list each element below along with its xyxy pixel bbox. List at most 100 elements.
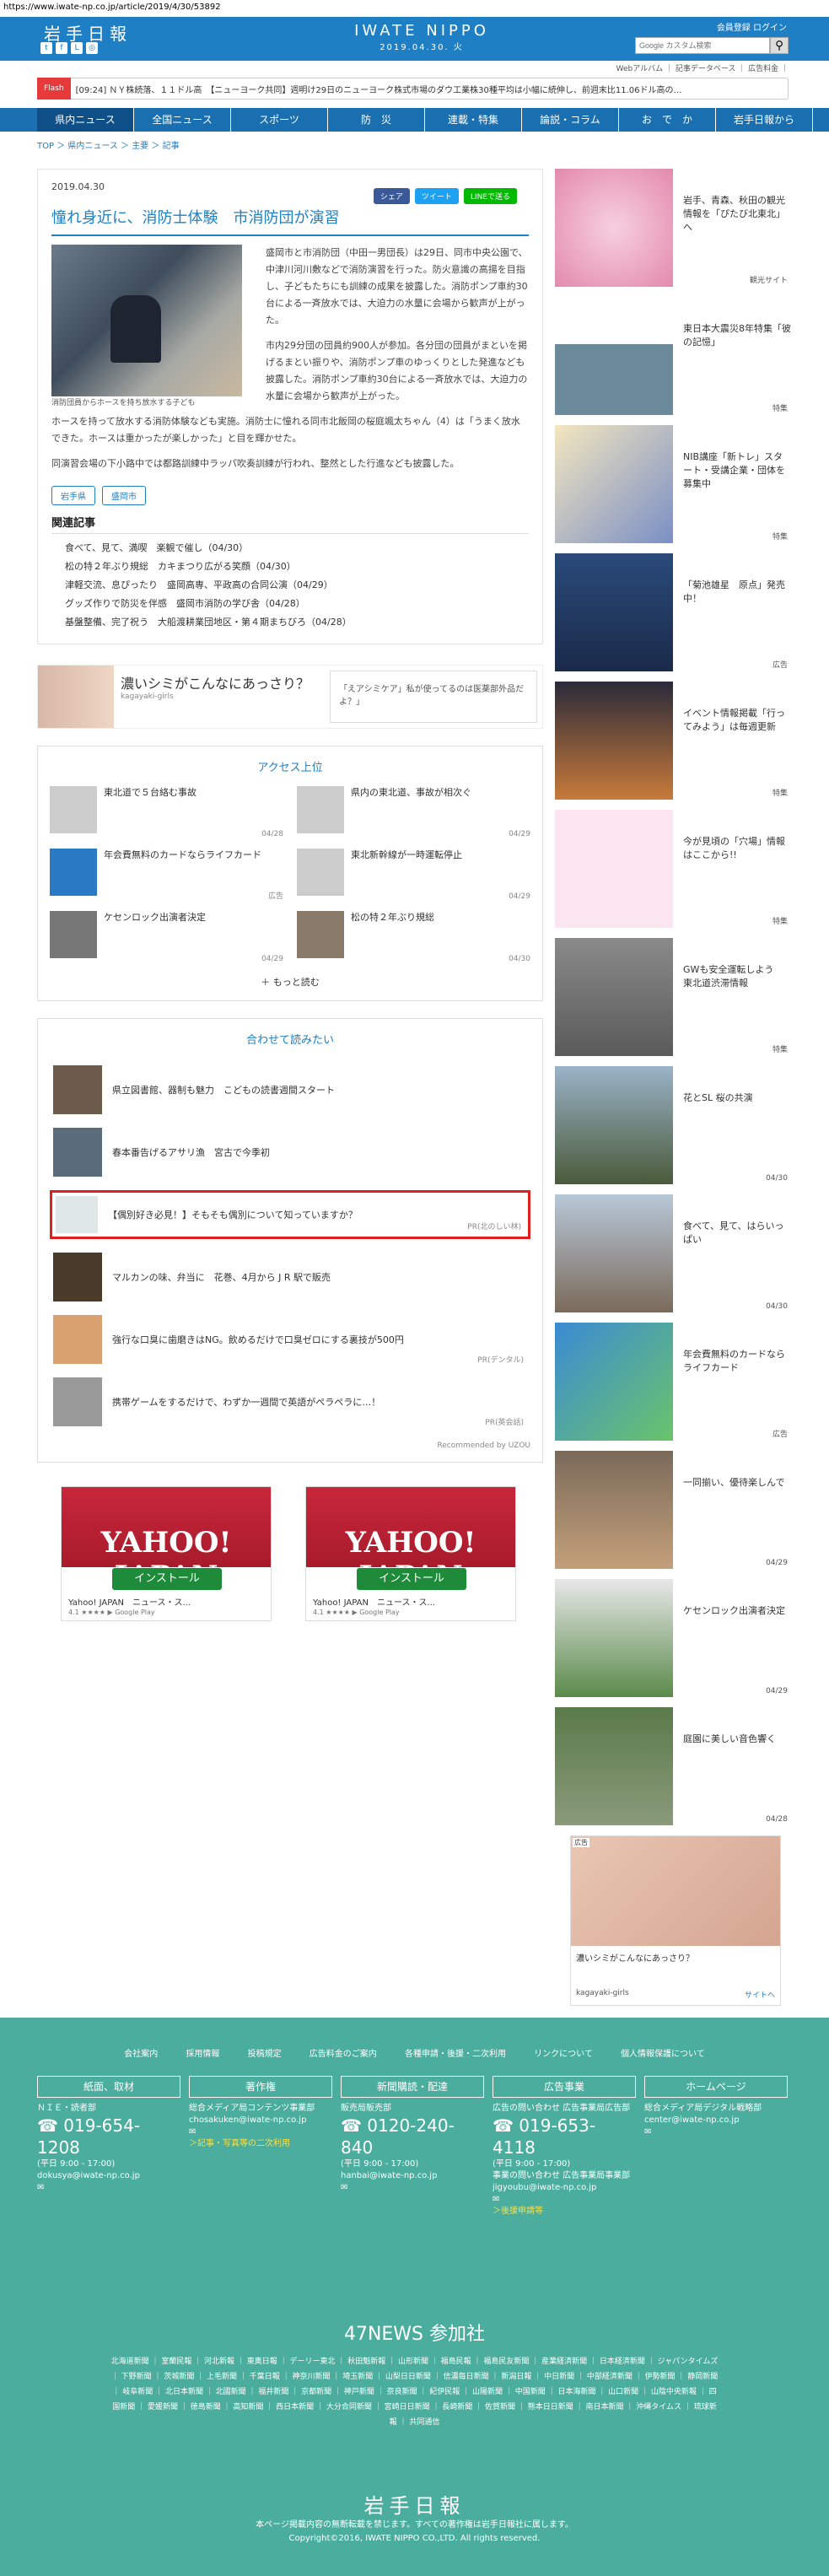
sidebar-item[interactable]: ケセンロック出演者決定 04/29 [555,1579,791,1697]
line-icon[interactable]: L [71,42,83,54]
footer-logo[interactable]: 岩手日報 [0,2489,829,2519]
ranking-item[interactable]: ケセンロック出演者決定 04/29 [50,911,283,963]
recommended-by: Recommended by UZOU [437,1442,530,1450]
ranking-item[interactable]: 年会費無料のカードならライフカード 広告 [50,849,283,901]
contact-heading[interactable]: ホームページ [644,2076,788,2098]
ticker-text[interactable]: [09:24] ＮＹ株続落、１１ドル高 【ニューヨーク共同】週明け29日のニュー… [71,83,682,95]
sidebar-item[interactable]: イベント情報掲載「行ってみよう」は毎週更新 特集 [555,682,791,800]
instagram-icon[interactable]: ◎ [86,42,98,54]
phone-number[interactable]: ☎ 019-653-4118 [493,2115,636,2158]
search-button[interactable]: ⚲ [770,37,789,54]
ranking-item[interactable]: 県内の東北道、事故が相次ぐ 04/29 [297,786,530,838]
thumbnail [555,425,673,543]
news-ticker[interactable]: Flash [09:24] ＮＹ株続落、１１ドル高 【ニューヨーク共同】週明け2… [37,78,789,100]
email[interactable]: center@iwate-np.co.jp [644,2115,788,2126]
ranking-title: 松の特２年ぶり規総 [351,912,434,923]
reco-text: 携帯ゲームをするだけで、わずか一週間で英語がペラペラに…！ [112,1396,381,1408]
sub-links[interactable]: Webアルバム ｜ 記事データベース ｜ 広告料金 ｜ [0,61,829,78]
app-ad[interactable]: YAHOO! JAPAN インストール Yahoo! JAPAN ニュース・ス.… [305,1486,516,1621]
email[interactable]: dokusya@iwate-np.co.jp [37,2170,180,2182]
url-bar[interactable]: https://www.iwate-np.co.jp/article/2019/… [0,0,829,17]
hours: (平日 9:00 - 17:00) [37,2159,116,2169]
sidebar-item[interactable]: NIB講座「新トレ」スタート・受講企業・団体を募集中 特集 [555,425,791,543]
sidebar-item[interactable]: 花とSL 桜の共演 04/30 [555,1066,791,1184]
ranking-item[interactable]: 東北新幹線が一時運転停止 04/29 [297,849,530,901]
email[interactable]: chosakuken@iwate-np.co.jp [189,2115,332,2126]
site-logo[interactable]: 岩手日報 [44,20,132,45]
related-link[interactable]: グッズ作りで防災を伴感 盛岡市消防の学び舎（04/28） [51,595,529,613]
nav-item[interactable]: 岩手日報から [716,108,813,132]
more-button[interactable]: ＋ もっと読む [50,975,530,989]
reco-item[interactable]: 県立図書館、器制も魅力 こどもの読書週間スタート [50,1059,530,1121]
sidebar-text: イベント情報掲載「行ってみよう」は毎週更新 [683,708,785,732]
tag[interactable]: 岩手県 [51,486,95,505]
sidebar-item[interactable]: 「菊池雄星 原点」発売中！ 広告 [555,553,791,671]
install-button[interactable]: インストール [112,1568,222,1590]
reco-text: 県立図書館、器制も魅力 こどもの読書週間スタート [112,1084,335,1096]
sidebar-item[interactable]: 一同揃い、優待楽しんで 04/29 [555,1451,791,1569]
sidebar-ad[interactable]: 広告 濃いシミがこんなにあっさり？ kagayaki-girls サイトへ [570,1835,781,2006]
app-ad[interactable]: YAHOO! JAPAN インストール Yahoo! JAPAN ニュース・ス.… [61,1486,272,1621]
nav-item[interactable]: 防 災 [328,108,425,132]
mail-icon[interactable]: ✉ [341,2182,484,2194]
banner-ad[interactable]: 濃いシミがこんなにあっさり？ kagayaki-girls 「えアシミケア」私が使… [37,665,543,729]
line-share-button[interactable]: LINEで送る [463,188,517,204]
reco-item[interactable]: 携帯ゲームをするだけで、わずか一週間で英語がペラペラに…！ PR(英会話) [50,1371,530,1433]
twitter-icon[interactable]: t [40,42,52,54]
mail-icon[interactable]: ✉ [189,2126,332,2138]
tweet-button[interactable]: ツイート [414,188,459,204]
phone-number[interactable]: ☎ 0120-240-840 [341,2115,484,2158]
sidebar-item[interactable]: 東日本大震災8年特集「彼の記憶」 特集 [555,297,791,415]
mail-icon[interactable]: ✉ [644,2126,788,2138]
sidebar-item[interactable]: 庭園に美しい音色響く 04/28 [555,1707,791,1825]
search-input[interactable] [635,37,770,54]
contact-heading[interactable]: 著作権 [189,2076,332,2098]
ad-side-text: 「えアシミケア」私が使ってるのは医薬部外品だよ？」 [330,671,537,723]
footer-link[interactable]: ＞後援申請等 [493,2206,636,2218]
search-icon: ⚲ [775,39,783,51]
related-link[interactable]: 松の特２年ぶり規総 カキまつり広がる笑顔（04/30） [51,558,529,576]
ranking-item[interactable]: 松の特２年ぶり規総 04/30 [297,911,530,963]
sidebar-item[interactable]: GWも安全運転しよう 東北道渋滞情報 特集 [555,938,791,1056]
related-link[interactable]: 食べて、見て、満喫 楽観で催し（04/30） [51,539,529,558]
nav-item[interactable]: 連載・特集 [425,108,522,132]
user-links[interactable]: 会員登録 ログイン [717,20,787,33]
related-link[interactable]: 基盤整備、完了祝う 大船渡耕業団地区・第４期まちびろ（04/28） [51,613,529,632]
email[interactable]: hanbai@iwate-np.co.jp [341,2170,484,2182]
sidebar-item[interactable]: 今が見頃の「穴場」情報はここから!! 特集 [555,810,791,928]
nav-item[interactable]: お で か け [619,108,716,149]
nav-item[interactable]: 全国ニュース [134,108,231,132]
email[interactable]: 事業の問い合わせ 広告事業局事業部 jigyoubu@iwate-np.co.j… [493,2170,636,2194]
sidebar-item[interactable]: 岩手、青森、秋田の観光情報を「ぴたび北東北」へ 観光サイト [555,169,791,287]
thumbnail [555,682,673,800]
nav-item[interactable]: 論説・コラム [522,108,619,132]
install-button[interactable]: インストール [357,1568,466,1590]
47news-members[interactable]: 北海道新聞 ｜ 室蘭民報 ｜ 河北新報 ｜ 東奥日報 ｜ デーリー東北 ｜ 秋田… [111,2354,719,2430]
related-link[interactable]: 津軽交流、息ぴったり 盛岡高専、平政高の合同公演（04/29） [51,576,529,595]
nav-item[interactable]: 県内ニュース [37,108,134,132]
reco-item[interactable]: 春本番告げるアサリ漁 宮古で今季初 [50,1121,530,1183]
mail-icon[interactable]: ✉ [37,2182,180,2194]
reco-item-highlighted[interactable]: 【偶別好き必見！】そもそも偶別について知っていますか？ PR(北のしい林) [50,1190,530,1239]
contact-heading[interactable]: 新聞購読・配達 [341,2076,484,2098]
sidebar-item[interactable]: 年会費無料のカードならライフカード 広告 [555,1323,791,1441]
facebook-share-button[interactable]: シェア [373,188,410,204]
footer-links[interactable]: 会社案内 採用情報 投稿規定 広告料金のご案内 各種申請・後援・二次利用 リンク… [0,2018,829,2059]
sidebar-item[interactable]: 食べて、見て、はらいっぱい 04/30 [555,1194,791,1312]
nav-item[interactable]: スポーツ [231,108,328,132]
ranking-item[interactable]: 東北道で５台絡む事故 04/28 [50,786,283,838]
reco-item[interactable]: マルカンの味、弁当に 花巻、4月から J R 駅で販売 [50,1246,530,1308]
app-rating: 4.1 ★★★★ ▶ Google Play [68,1609,155,1616]
contact-col: 広告事業 広告の問い合わせ 広告事業局広告部 ☎ 019-653-4118 (平日 9… [493,2076,636,2218]
reco-item[interactable]: 強行な口臭に歯磨きはNG。飲めるだけで口臭ゼロにする裏技が500円 PR(デンタル… [50,1308,530,1371]
phone-number[interactable]: ☎ 019-654-1208 [37,2115,180,2158]
contact-heading[interactable]: 紙面、取材 [37,2076,180,2098]
mail-icon[interactable]: ✉ [493,2194,636,2206]
tag[interactable]: 盛岡市 [102,486,146,505]
facebook-icon[interactable]: f [56,42,67,54]
ad-link[interactable]: サイトへ [745,1989,775,2000]
footer-link[interactable]: ＞記事・写真等の二次利用 [189,2138,332,2150]
breadcrumb[interactable]: TOP ＞ 県内ニュース ＞ 主要 ＞ 記事 [37,138,829,152]
article-photo[interactable] [51,245,242,396]
contact-heading[interactable]: 広告事業 [493,2076,636,2098]
